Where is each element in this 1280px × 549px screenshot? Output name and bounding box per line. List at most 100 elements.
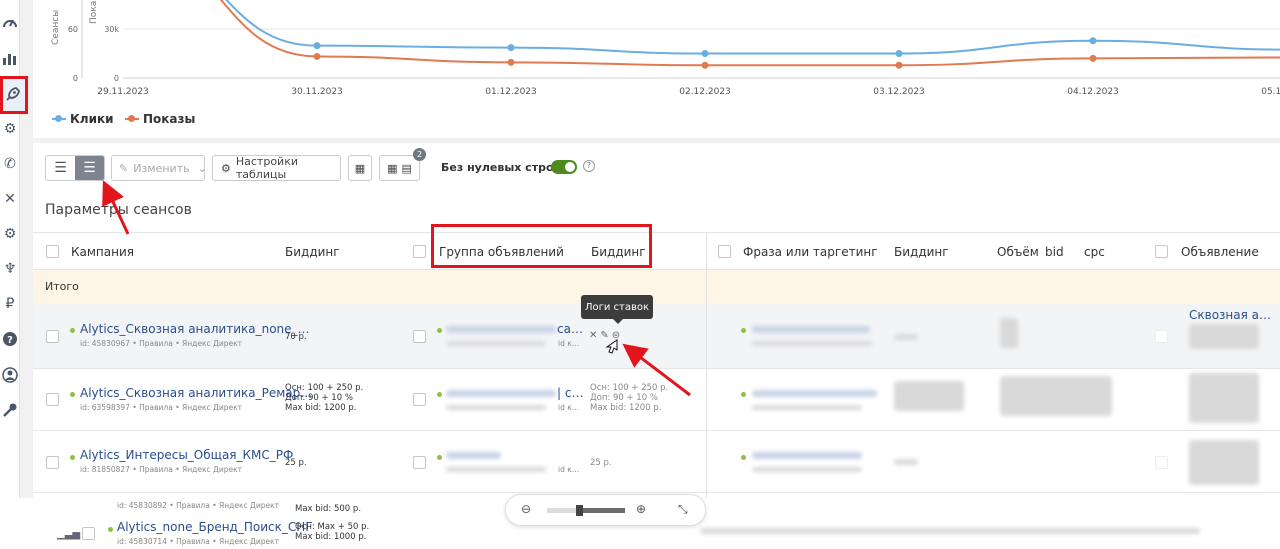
row-actions: ✕ ✎ ⊜ bbox=[589, 330, 620, 341]
ad-title-link[interactable]: Сквозная а… bbox=[1189, 308, 1271, 322]
row-checkbox[interactable] bbox=[413, 456, 426, 469]
key-icon[interactable] bbox=[0, 400, 20, 420]
redacted-phrase bbox=[752, 390, 877, 397]
campaign-link[interactable]: Alytics_Сквозная аналитика_none_… bbox=[80, 322, 310, 336]
nonzero-rows-toggle[interactable] bbox=[551, 160, 577, 174]
col-bidding-phrase[interactable]: Биддинг bbox=[894, 245, 949, 259]
col-ad[interactable]: Объявление bbox=[1181, 245, 1259, 259]
campaign-link[interactable]: Alytics_none_Бренд_Поиск_СНГ bbox=[117, 520, 313, 534]
campaign-id: id: 45830967 bbox=[80, 339, 130, 348]
group-name-tail[interactable]: са… bbox=[557, 322, 583, 336]
zoom-track-fill bbox=[583, 508, 625, 513]
zoom-slider-handle[interactable] bbox=[576, 505, 583, 516]
zoom-in-icon[interactable]: ⊕ bbox=[636, 502, 646, 516]
ruble-icon[interactable]: ₽ bbox=[0, 294, 20, 314]
gear-icon: ⚙ bbox=[221, 161, 231, 175]
export-excel-button[interactable]: ▦ bbox=[348, 155, 372, 181]
group-bid: 25 р. bbox=[590, 458, 612, 468]
close-icon[interactable]: ✕ bbox=[589, 330, 597, 341]
column-divider bbox=[706, 232, 707, 498]
group-bid: Осн: 100 + 250 р. Доп: 90 + 10 % Max bid… bbox=[590, 383, 669, 413]
redacted-phrase-meta bbox=[752, 405, 862, 410]
gears-icon[interactable]: ⚙ bbox=[0, 119, 20, 139]
col-bidding-campaign[interactable]: Биддинг bbox=[285, 245, 340, 259]
legend-label-clicks: Клики bbox=[70, 112, 114, 126]
campaign-meta: id: 81850827 • Правила • Яндекс Директ bbox=[80, 465, 242, 474]
bar-chart-icon[interactable] bbox=[0, 48, 20, 68]
collapse-icon[interactable]: ⤡ bbox=[678, 502, 688, 517]
col-phrase[interactable]: Фраза или таргетинг bbox=[743, 245, 878, 259]
help-icon[interactable]: ? bbox=[0, 329, 20, 349]
phone-icon[interactable]: ✆ bbox=[0, 154, 20, 174]
table-row[interactable] bbox=[33, 431, 1280, 493]
campaign-id: id: 63598397 bbox=[80, 403, 130, 412]
rules-link[interactable]: Правила bbox=[139, 403, 173, 412]
list-view-icon[interactable]: ☰ bbox=[75, 156, 104, 180]
col-campaign[interactable]: Кампания bbox=[71, 245, 134, 259]
user-icon[interactable] bbox=[0, 365, 20, 385]
select-all-groups-checkbox[interactable] bbox=[413, 245, 426, 258]
table-row[interactable] bbox=[33, 303, 1280, 369]
svg-text:?: ? bbox=[7, 335, 13, 346]
campaign-meta: id: 45830892 • Правила • Яндекс Директ bbox=[117, 501, 279, 510]
redacted-phrase-meta bbox=[752, 467, 862, 472]
redacted-ad-text bbox=[1189, 440, 1259, 485]
group-id: id к… bbox=[558, 465, 580, 474]
row-checkbox[interactable] bbox=[82, 527, 95, 540]
col-bid[interactable]: bid bbox=[1045, 245, 1064, 259]
row-checkbox[interactable] bbox=[1155, 456, 1168, 469]
select-all-phrases-checkbox[interactable] bbox=[718, 245, 731, 258]
zoom-out-icon[interactable]: ⊖ bbox=[521, 502, 531, 516]
excel-icon: ▦ bbox=[354, 161, 366, 175]
running-man-icon[interactable]: ♆ bbox=[0, 259, 20, 279]
legend-item-clicks[interactable]: Клики bbox=[52, 112, 114, 126]
redacted-metrics bbox=[1000, 376, 1112, 416]
row-checkbox[interactable] bbox=[46, 456, 59, 469]
gear-icon[interactable]: ⚙ bbox=[0, 224, 20, 244]
edit-button[interactable]: ✎ Изменить ⌄ bbox=[111, 155, 207, 181]
status-dot bbox=[437, 328, 442, 333]
col-volume[interactable]: Объём bbox=[997, 245, 1039, 259]
export-count-badge: 2 bbox=[413, 148, 426, 161]
redacted-group-meta bbox=[446, 467, 546, 472]
view-mode-toggle[interactable]: ☰ ☰ bbox=[45, 155, 105, 181]
help-icon[interactable]: ? bbox=[583, 160, 595, 172]
group-name-tail[interactable]: | с… bbox=[557, 386, 583, 400]
pencil-icon[interactable]: ✎ bbox=[600, 330, 608, 341]
rules-link[interactable]: Правила bbox=[139, 465, 173, 474]
campaign-meta: id: 45830714 • Правила • Яндекс Директ bbox=[117, 537, 279, 546]
gauge-icon[interactable] bbox=[0, 12, 20, 32]
zoom-control: ⊖ ⊕ ⤡ bbox=[505, 494, 706, 526]
redacted-phrase-bid bbox=[894, 381, 964, 411]
table-settings-button[interactable]: ⚙ Настройки таблицы bbox=[212, 155, 341, 181]
chevron-down-icon: ⌄ bbox=[197, 161, 207, 175]
total-row bbox=[33, 270, 1280, 303]
row-checkbox[interactable] bbox=[413, 330, 426, 343]
bid-logs-icon[interactable]: ⊜ bbox=[612, 330, 620, 341]
row-checkbox[interactable] bbox=[413, 393, 426, 406]
status-dot bbox=[741, 328, 746, 333]
select-all-ads-checkbox[interactable] bbox=[1155, 245, 1168, 258]
rules-link[interactable]: Правила bbox=[176, 501, 210, 510]
table-settings-label: Настройки таблицы bbox=[235, 155, 298, 181]
status-dot bbox=[70, 455, 75, 460]
campaign-link[interactable]: Alytics_Интересы_Общая_КМС_РФ bbox=[80, 448, 293, 462]
campaign-link[interactable]: Alytics_Сквозная аналитика_Ремар… bbox=[80, 386, 312, 400]
tree-view-icon[interactable]: ☰ bbox=[46, 156, 75, 180]
row-checkbox[interactable] bbox=[1155, 330, 1168, 343]
rocket-icon[interactable] bbox=[2, 85, 22, 105]
select-all-checkbox[interactable] bbox=[46, 245, 59, 258]
redacted-group-name bbox=[446, 452, 501, 459]
legend-item-impressions[interactable]: Показы bbox=[125, 112, 195, 126]
rules-link[interactable]: Правила bbox=[176, 537, 210, 546]
redacted-phrase bbox=[752, 452, 862, 459]
col-cpc[interactable]: cpc bbox=[1084, 245, 1105, 259]
rules-link[interactable]: Правила bbox=[139, 339, 173, 348]
tools-icon[interactable]: ✕ bbox=[0, 189, 20, 209]
redacted-group-name bbox=[446, 390, 556, 397]
status-dot bbox=[70, 392, 75, 397]
row-checkbox[interactable] bbox=[46, 330, 59, 343]
redacted-ad-text bbox=[1189, 324, 1259, 349]
row-checkbox[interactable] bbox=[46, 393, 59, 406]
redacted-volume bbox=[1000, 318, 1018, 348]
